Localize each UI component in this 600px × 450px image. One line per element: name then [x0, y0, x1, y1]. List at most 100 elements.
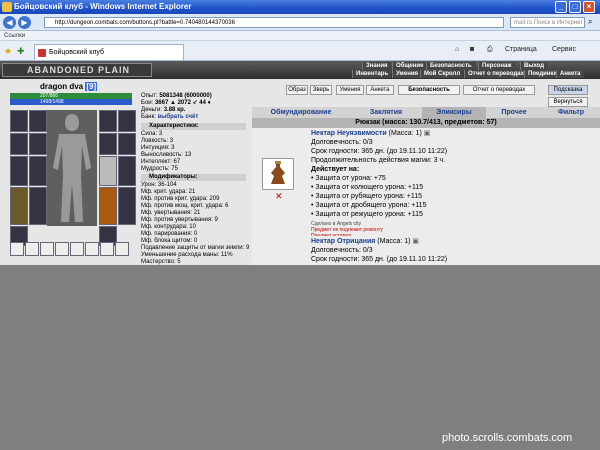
belt-item-4[interactable]	[55, 242, 69, 256]
stat-line: Деньги: 3.88 кр.	[141, 107, 186, 113]
leg-armor-slot[interactable]	[99, 187, 117, 225]
item-mass: (Масса: 1)	[388, 130, 422, 137]
character-silhouette	[47, 110, 97, 226]
back-icon[interactable]: ◀	[3, 16, 16, 29]
game-menu-top-2[interactable]: Безопасность	[426, 62, 475, 70]
inventory-item: Нектар Отрицания (Масса: 1) ▣ Долговечно…	[252, 236, 600, 265]
tab-bar: ★ ✚ Бойцовский клуб ⌂ ◙ ⎙ Страница Серви…	[0, 41, 600, 61]
ring-slot[interactable]	[29, 156, 47, 186]
search-input[interactable]: mail.ru Поиск в Интернет	[510, 17, 585, 28]
stat-line[interactable]: Банк: выбрать счёт	[141, 114, 198, 121]
modifier-line: Урон: 36-104	[141, 182, 177, 188]
gloves-slot[interactable]	[29, 187, 47, 225]
pet-button[interactable]: Зверь	[310, 85, 332, 95]
inventory-tabs: Обмундирование Заклятия Эликсиры Прочее …	[252, 107, 600, 118]
game-menu-bottom-1[interactable]: Умения	[392, 70, 422, 78]
close-icon[interactable]: ×	[583, 1, 595, 13]
transfer-report-button[interactable]: Отчет о переводах	[463, 85, 535, 95]
characteristics-header[interactable]: Характеристики:	[141, 123, 246, 130]
browser-tab[interactable]: Бойцовский клуб	[34, 44, 184, 60]
item-property: • Защита от колющего урона: +115	[311, 184, 424, 191]
bracer-slot[interactable]	[10, 133, 28, 155]
ring2-slot[interactable]	[118, 110, 136, 132]
cloak-slot[interactable]	[99, 133, 117, 155]
watermark: photo.scrolls.combats.com	[442, 432, 573, 444]
armor-slot[interactable]	[10, 187, 28, 225]
print-icon[interactable]: ⎙	[487, 46, 493, 54]
url-input[interactable]: http://dungeon.combats.com/buttons.pl?ba…	[44, 17, 504, 28]
tab-filter[interactable]: Фильтр	[542, 107, 600, 118]
skills-button[interactable]: Умения	[336, 85, 364, 95]
amulet-slot[interactable]	[29, 133, 47, 155]
home-icon[interactable]: ⌂	[455, 46, 459, 53]
tab-spells[interactable]: Заклятия	[350, 107, 422, 118]
links-bar[interactable]: Ссылки	[0, 31, 600, 41]
image-button[interactable]: Образ	[286, 85, 308, 95]
belt-item-3[interactable]	[40, 242, 54, 256]
shield-slot[interactable]	[99, 110, 117, 132]
ring3-slot[interactable]	[118, 133, 136, 155]
item-mass: (Масса: 1)	[377, 238, 411, 245]
weapon-slot[interactable]	[10, 156, 28, 186]
page-menu[interactable]: Страница	[505, 46, 537, 53]
game-menu-top-1[interactable]: Общение	[392, 62, 427, 70]
maximize-icon[interactable]: □	[569, 1, 581, 13]
modifier-line: Уменьшение расхода маны: 11%	[141, 252, 233, 258]
game-banner: ABANDONED PLAIN Знания Общение Безопасност…	[0, 61, 600, 79]
add-favorites-icon[interactable]: ✚	[17, 46, 25, 57]
item-name-link[interactable]: Нектар Неуязвимости	[311, 130, 387, 137]
character-name[interactable]: dragon dva [9]	[40, 82, 98, 91]
ie-icon	[2, 2, 12, 12]
item-info-icon[interactable]: ▣	[412, 238, 419, 245]
game-menu-bottom-2[interactable]: Мой Скролл	[420, 70, 464, 78]
game-menu-bottom-0[interactable]: Инвентарь	[352, 70, 392, 78]
backpack-summary: Рюкзак (масса: 130.7/413, предметов: 57)	[252, 118, 600, 128]
item-property: • Защита от режущего урона: +115	[311, 211, 423, 218]
item-info-icon[interactable]: ▣	[424, 130, 431, 137]
hint-button[interactable]: Подсказка	[548, 85, 588, 95]
service-menu[interactable]: Сервис	[552, 46, 576, 53]
forward-icon[interactable]: ▶	[18, 16, 31, 29]
drop-item-icon[interactable]: ✕	[275, 191, 283, 202]
security-button[interactable]: Безопасность	[398, 85, 460, 95]
tab-favicon-icon	[38, 49, 46, 57]
item-property: Срок годности: 365 дн. (до 19.11.10 11:2…	[311, 256, 448, 263]
modifier-line: Мф. парирования: 0	[141, 231, 198, 237]
helmet-slot[interactable]	[10, 110, 28, 132]
item-name-link[interactable]: Нектар Отрицания	[311, 238, 375, 245]
earring-slot[interactable]	[29, 110, 47, 132]
game-menu-top-4[interactable]: Выход	[520, 62, 548, 70]
back-button[interactable]: Вернуться	[548, 97, 588, 107]
modifiers-header[interactable]: Модификаторы:	[141, 174, 246, 181]
belt-items-row	[10, 242, 136, 256]
item-property: Срок годности: 365 дн. (до 19.11.10 11:2…	[311, 148, 448, 155]
profile-button[interactable]: Анкета	[366, 85, 394, 95]
elixir-image[interactable]	[262, 158, 294, 190]
minimize-icon[interactable]: _	[555, 1, 567, 13]
belt-item-2[interactable]	[25, 242, 39, 256]
characteristic-line: Интеллект: 67	[141, 159, 181, 165]
belt-item-8[interactable]	[115, 242, 129, 256]
rune-slot[interactable]	[118, 156, 136, 186]
game-menu-bottom-4[interactable]: Поединки	[524, 70, 561, 78]
game-content: dragon dva [9] 207/866 1498/1498 Опыт: 5…	[0, 79, 600, 265]
belt-item-6[interactable]	[85, 242, 99, 256]
feeds-icon[interactable]: ◙	[470, 46, 474, 53]
tab-equipment[interactable]: Обмундирование	[252, 107, 350, 118]
game-menu-bottom-5[interactable]: Анкета	[556, 70, 584, 78]
belt-item-7[interactable]	[100, 242, 114, 256]
item-property: • Защита от урона: +75	[311, 175, 386, 182]
favorites-star-icon[interactable]: ★	[4, 46, 12, 57]
game-menu-bottom-3[interactable]: Отчет о переводах	[464, 70, 527, 78]
belt-item-1[interactable]	[10, 242, 24, 256]
game-menu-top-3[interactable]: Персонаж	[478, 62, 515, 70]
game-menu-top-0[interactable]: Знания	[362, 62, 391, 70]
belt-item-5[interactable]	[70, 242, 84, 256]
tab-elixirs[interactable]: Эликсиры	[422, 107, 486, 118]
offhand-slot[interactable]	[118, 187, 136, 225]
sword-slot[interactable]	[99, 156, 117, 186]
tab-other[interactable]: Прочее	[486, 107, 542, 118]
search-icon[interactable]: ⌕	[588, 17, 592, 27]
window-titlebar: Бойцовский клуб - Windows Internet Explo…	[0, 0, 600, 14]
modifier-line: Мастерство: 5	[141, 259, 181, 265]
